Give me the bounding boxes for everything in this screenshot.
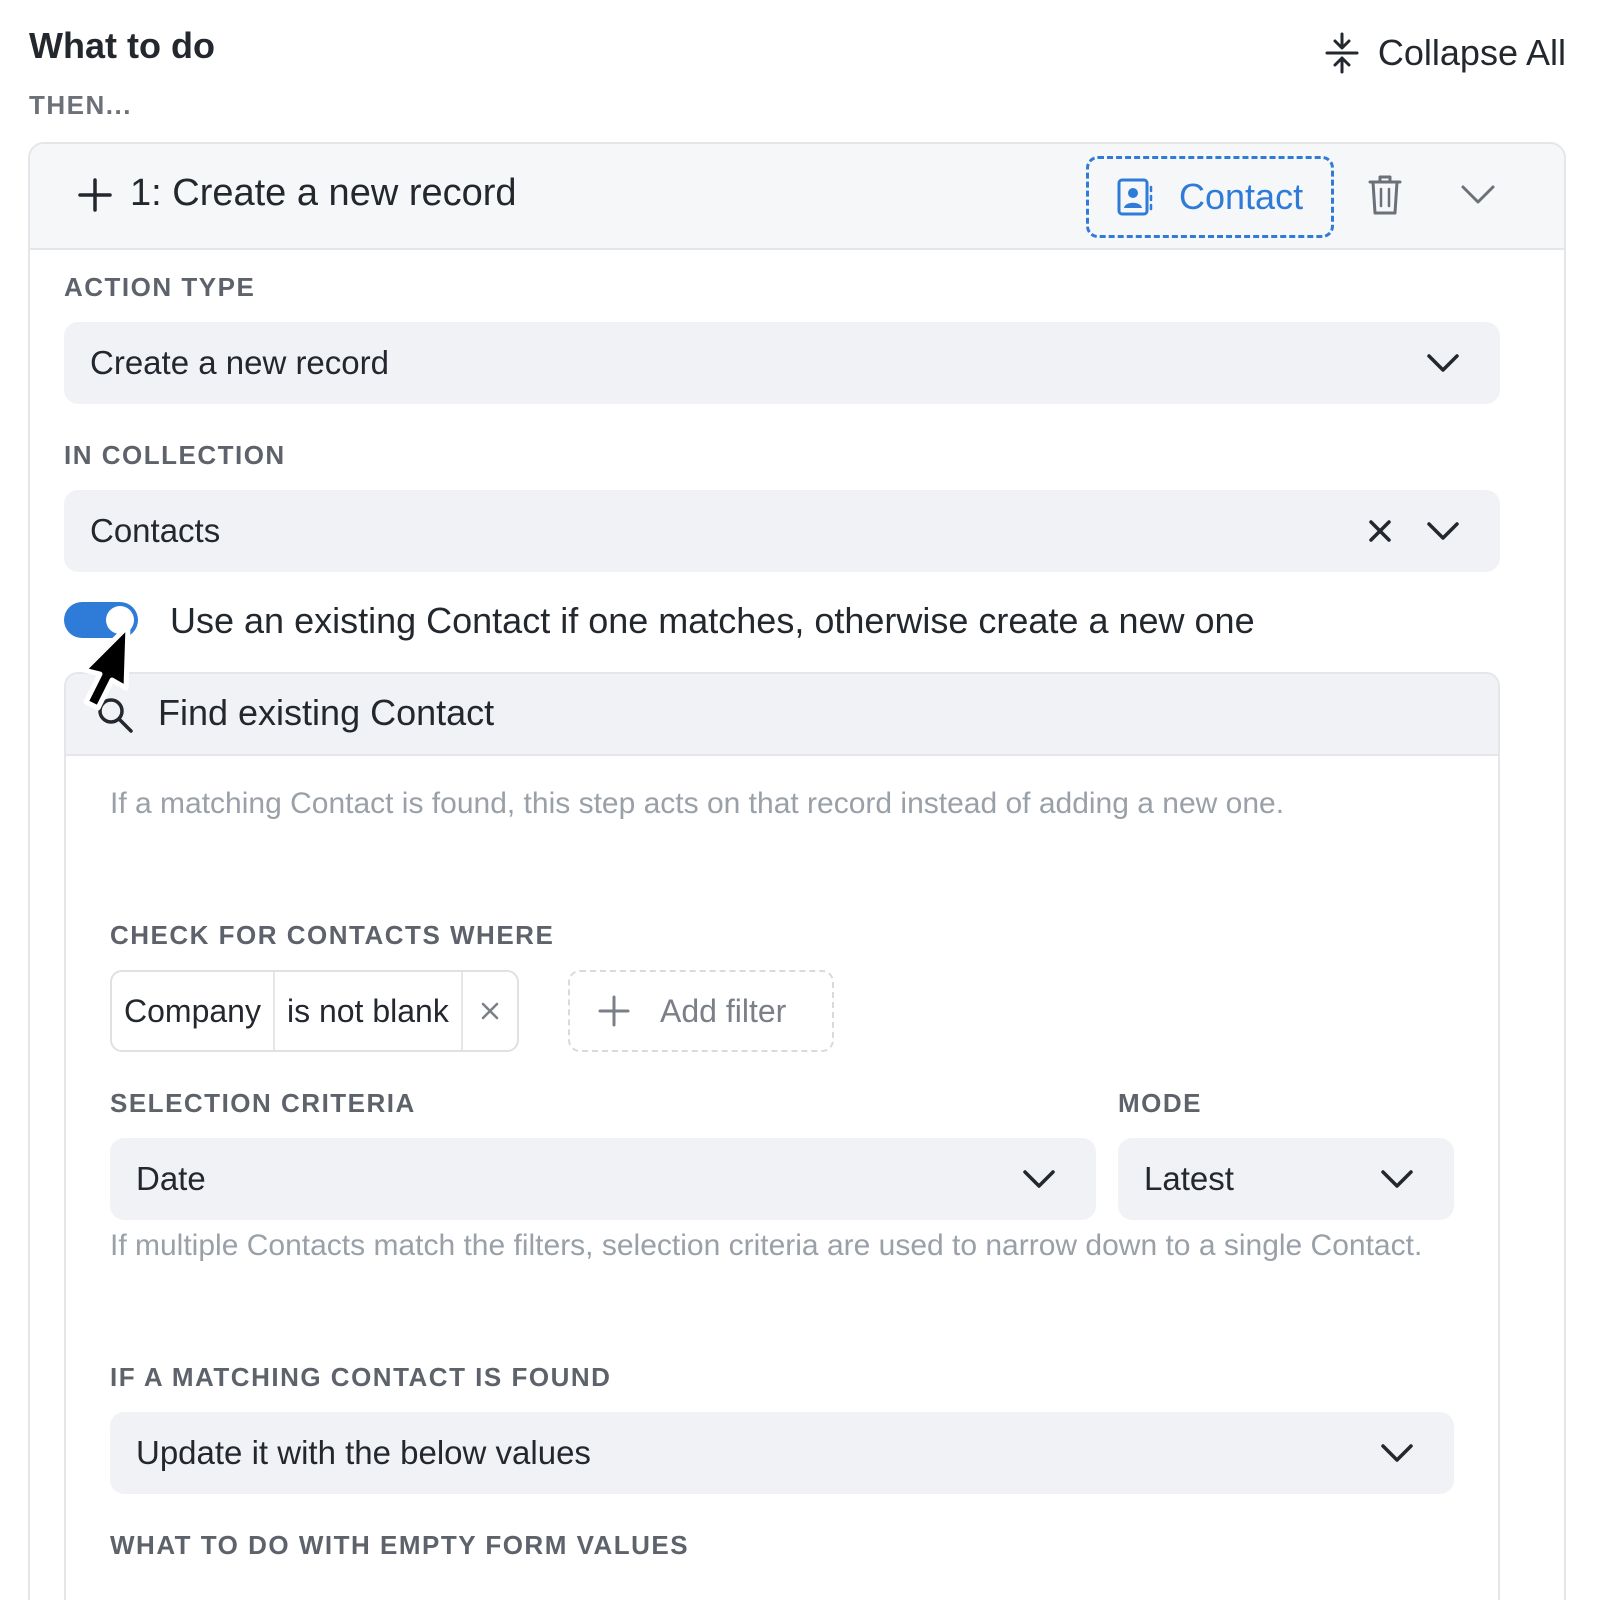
- mode-select[interactable]: Latest: [1118, 1138, 1454, 1220]
- use-existing-label: Use an existing Contact if one matches, …: [170, 600, 1255, 641]
- plus-icon: [78, 178, 112, 212]
- check-for-contacts-label: CHECK FOR CONTACTS WHERE: [110, 920, 555, 950]
- chevron-down-icon: [1381, 1444, 1413, 1462]
- matching-found-select[interactable]: Update it with the below values: [110, 1412, 1454, 1494]
- action-type-value: Create a new record: [90, 344, 389, 381]
- find-existing-title: Find existing Contact: [158, 692, 495, 733]
- collection-value: Contacts: [90, 512, 221, 549]
- automation-page: What to do THEN... Collapse All 1: Creat…: [0, 0, 1600, 1600]
- collapse-all-label: Collapse All: [1377, 32, 1566, 73]
- section-subtitle: THEN...: [29, 90, 132, 120]
- search-icon: [98, 698, 133, 733]
- action-type-select[interactable]: Create a new record: [64, 322, 1500, 404]
- object-type-label: Contact: [1179, 176, 1304, 217]
- close-icon: [481, 1002, 499, 1020]
- empty-values-label: WHAT TO DO WITH EMPTY FORM VALUES: [110, 1530, 690, 1560]
- filter-field[interactable]: Company: [112, 972, 273, 1050]
- toggle-knob: [106, 606, 134, 634]
- action-step-card: 1: Create a new record Contact ACTION TY…: [28, 142, 1566, 1600]
- collapse-icon: [1325, 32, 1359, 74]
- find-existing-panel: Find existing Contact If a matching Cont…: [64, 672, 1500, 1600]
- selection-criteria-label: SELECTION CRITERIA: [110, 1088, 416, 1118]
- step-title: 1: Create a new record: [130, 172, 517, 214]
- selection-criteria-value: Date: [136, 1160, 206, 1197]
- chevron-down-icon: [1427, 354, 1459, 372]
- filter-chip: Company is not blank: [110, 970, 519, 1052]
- find-existing-header[interactable]: Find existing Contact: [66, 674, 1498, 756]
- action-type-label: ACTION TYPE: [64, 272, 256, 302]
- step-header[interactable]: 1: Create a new record Contact: [30, 144, 1564, 250]
- selection-criteria-select[interactable]: Date: [110, 1138, 1096, 1220]
- selection-help-text: If multiple Contacts match the filters, …: [110, 1229, 1423, 1262]
- mode-label: MODE: [1118, 1088, 1202, 1118]
- object-type-chip[interactable]: Contact: [1086, 156, 1334, 238]
- trash-icon[interactable]: [1368, 174, 1402, 216]
- mode-value: Latest: [1144, 1160, 1234, 1197]
- clear-icon[interactable]: [1368, 519, 1392, 543]
- matching-found-label: IF A MATCHING CONTACT IS FOUND: [110, 1362, 612, 1392]
- chevron-down-icon: [1023, 1170, 1055, 1188]
- chevron-down-icon[interactable]: [1460, 182, 1496, 206]
- collection-label: IN COLLECTION: [64, 440, 286, 470]
- matching-found-value: Update it with the below values: [136, 1434, 591, 1471]
- find-existing-description: If a matching Contact is found, this ste…: [110, 787, 1285, 820]
- add-filter-label: Add filter: [660, 992, 787, 1029]
- use-existing-toggle[interactable]: [64, 602, 138, 638]
- plus-icon: [598, 995, 630, 1027]
- add-filter-button[interactable]: Add filter: [568, 970, 834, 1052]
- chevron-down-icon: [1427, 522, 1459, 540]
- collection-select[interactable]: Contacts: [64, 490, 1500, 572]
- section-title: What to do: [29, 25, 215, 66]
- contact-card-icon: [1117, 178, 1153, 216]
- filter-operator[interactable]: is not blank: [272, 972, 461, 1050]
- chevron-down-icon: [1381, 1170, 1413, 1188]
- remove-filter-button[interactable]: [460, 972, 517, 1050]
- collapse-all-button[interactable]: Collapse All: [1324, 28, 1566, 78]
